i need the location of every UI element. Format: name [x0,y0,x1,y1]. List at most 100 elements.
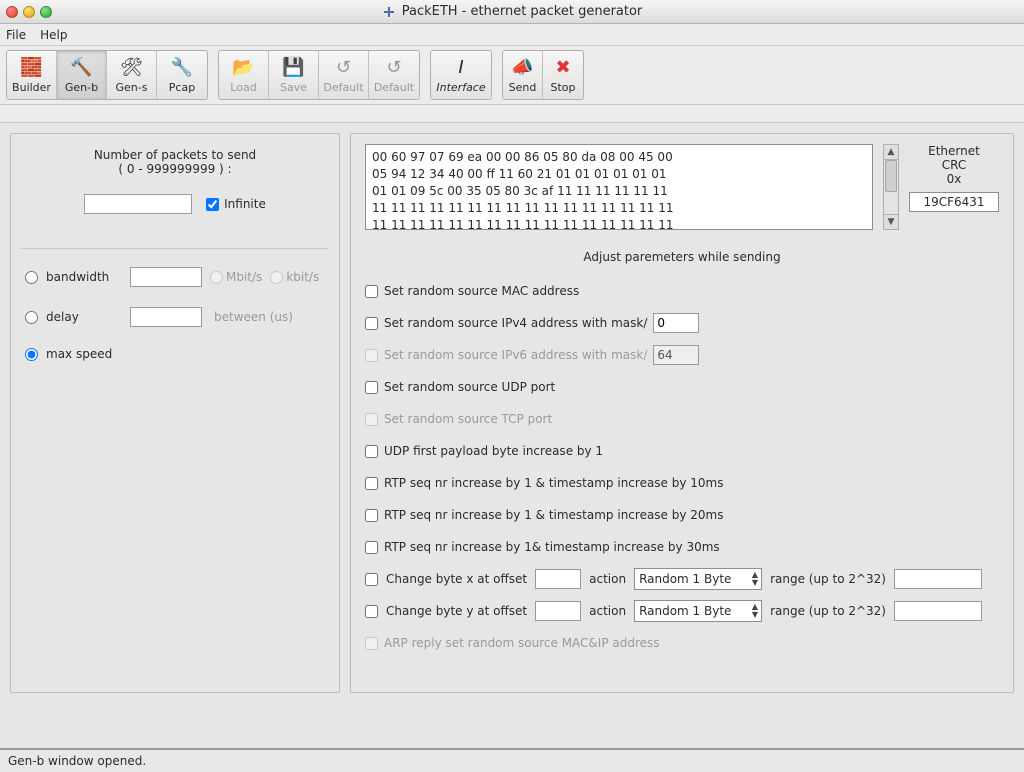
action-y-label: action [589,604,626,618]
ipv4-mask-input[interactable] [653,313,699,333]
toolbar-send-button[interactable]: 📣 Send [503,51,543,99]
rtp30-checkbox[interactable] [365,541,378,554]
floppy-icon: 💾 [283,57,305,79]
maxspeed-radio[interactable] [25,348,38,361]
toolbar-load-button[interactable]: 📂 Load [219,51,269,99]
bandwidth-radio[interactable] [25,271,38,284]
menu-help[interactable]: Help [40,28,67,42]
offset-y-input[interactable] [535,601,581,621]
change-x-label: Change byte x at offset [386,572,527,586]
random-mac-label: Set random source MAC address [384,284,579,298]
action-y-select[interactable]: Random 1 Byte ▲▼ [634,600,762,622]
rtp20-label: RTP seq nr increase by 1 & timestamp inc… [384,508,724,522]
toolbar-default1-button[interactable]: ↺ Default [319,51,369,99]
range-x-label: range (up to 2^32) [770,572,886,586]
crc-value: 19CF6431 [909,192,999,212]
toolbar-stop-button[interactable]: ✖ Stop [543,51,583,99]
toolbar: 🧱 Builder 🔨 Gen-b 🛠 Gen-s 🔧 Pcap 📂 Load … [0,46,1024,105]
toolbar-gens-button[interactable]: 🛠 Gen-s [107,51,157,99]
folder-open-icon: 📂 [233,57,255,79]
delay-radio[interactable] [25,311,38,324]
rtp10-label: RTP seq nr increase by 1 & timestamp inc… [384,476,724,490]
offset-x-input[interactable] [535,569,581,589]
ipv6-mask-input [653,345,699,365]
left-panel: Number of packets to send ( 0 - 99999999… [10,133,340,693]
bandwidth-label: bandwidth [46,270,122,284]
window-title: PackETH - ethernet packet generator [402,4,643,19]
udp-payload-label: UDP first payload byte increase by 1 [384,444,603,458]
app-icon [382,5,396,19]
stop-icon: ✖ [552,57,574,79]
random-tcp-label: Set random source TCP port [384,412,552,426]
udp-payload-checkbox[interactable] [365,445,378,458]
rtp10-checkbox[interactable] [365,477,378,490]
random-ipv4-label: Set random source IPv4 address with mask… [384,316,647,330]
random-udp-label: Set random source UDP port [384,380,555,394]
spinner-arrows-icon: ▲▼ [752,603,758,619]
random-ipv6-label: Set random source IPv6 address with mask… [384,348,647,362]
random-tcp-checkbox [365,413,378,426]
wrench-icon: 🔧 [171,57,193,79]
range-y-input[interactable] [894,601,982,621]
spinner-arrows-icon: ▲▼ [752,571,758,587]
action-x-select[interactable]: Random 1 Byte ▲▼ [634,568,762,590]
toolbar-save-button[interactable]: 💾 Save [269,51,319,99]
menu-bar: File Help [0,24,1024,46]
interface-icon: I [450,57,472,79]
toolbar-strip [0,105,1024,123]
delay-input[interactable] [130,307,202,327]
maxspeed-label: max speed [46,347,122,361]
infinite-checkbox[interactable] [206,198,219,211]
menu-file[interactable]: File [6,28,26,42]
action-x-label: action [589,572,626,586]
status-bar: Gen-b window opened. [0,748,1024,772]
rtp30-label: RTP seq nr increase by 1& timestamp incr… [384,540,720,554]
window-titlebar: PackETH - ethernet packet generator [0,0,1024,24]
reset-icon: ↺ [383,57,405,79]
hex-scrollbar[interactable]: ▲ ▼ [883,144,899,230]
random-ipv6-checkbox [365,349,378,362]
minimize-window-button[interactable] [23,6,35,18]
tools-icon: 🛠 [121,57,143,79]
delay-after-label: between (us) [214,310,293,324]
packets-label-2: ( 0 - 999999999 ) : [25,162,325,176]
close-window-button[interactable] [6,6,18,18]
range-x-input[interactable] [894,569,982,589]
hammer-icon: 🔨 [71,57,93,79]
infinite-label: Infinite [224,197,266,211]
send-icon: 📣 [512,57,534,79]
range-y-label: range (up to 2^32) [770,604,886,618]
random-mac-checkbox[interactable] [365,285,378,298]
change-y-checkbox[interactable] [365,605,378,618]
toolbar-pcap-button[interactable]: 🔧 Pcap [157,51,207,99]
toolbar-builder-button[interactable]: 🧱 Builder [7,51,57,99]
change-x-checkbox[interactable] [365,573,378,586]
toolbar-genb-button[interactable]: 🔨 Gen-b [57,51,107,99]
kbit-radio [270,271,283,284]
scroll-up-button[interactable]: ▲ [884,145,898,160]
packet-hex-view: 00 60 97 07 69 ea 00 00 86 05 80 da 08 0… [365,144,873,230]
reset-icon: ↺ [333,57,355,79]
crc-label-crc: CRC [909,158,999,172]
status-text: Gen-b window opened. [8,754,146,768]
zoom-window-button[interactable] [40,6,52,18]
window-controls [6,6,52,18]
arp-reply-checkbox [365,637,378,650]
packets-label-1: Number of packets to send [25,148,325,162]
random-ipv4-checkbox[interactable] [365,317,378,330]
toolbar-interface-button[interactable]: I Interface [431,51,491,99]
packets-input[interactable] [84,194,192,214]
arp-reply-label: ARP reply set random source MAC&IP addre… [384,636,660,650]
scroll-thumb[interactable] [885,160,897,192]
bandwidth-input[interactable] [130,267,202,287]
scroll-down-button[interactable]: ▼ [884,214,898,229]
crc-label-0x: 0x [909,172,999,186]
builder-icon: 🧱 [21,57,43,79]
random-udp-checkbox[interactable] [365,381,378,394]
toolbar-default2-button[interactable]: ↺ Default [369,51,419,99]
params-title: Adjust paremeters while sending [365,250,999,264]
rtp20-checkbox[interactable] [365,509,378,522]
change-y-label: Change byte y at offset [386,604,527,618]
crc-label-ethernet: Ethernet [909,144,999,158]
mbit-radio [210,271,223,284]
